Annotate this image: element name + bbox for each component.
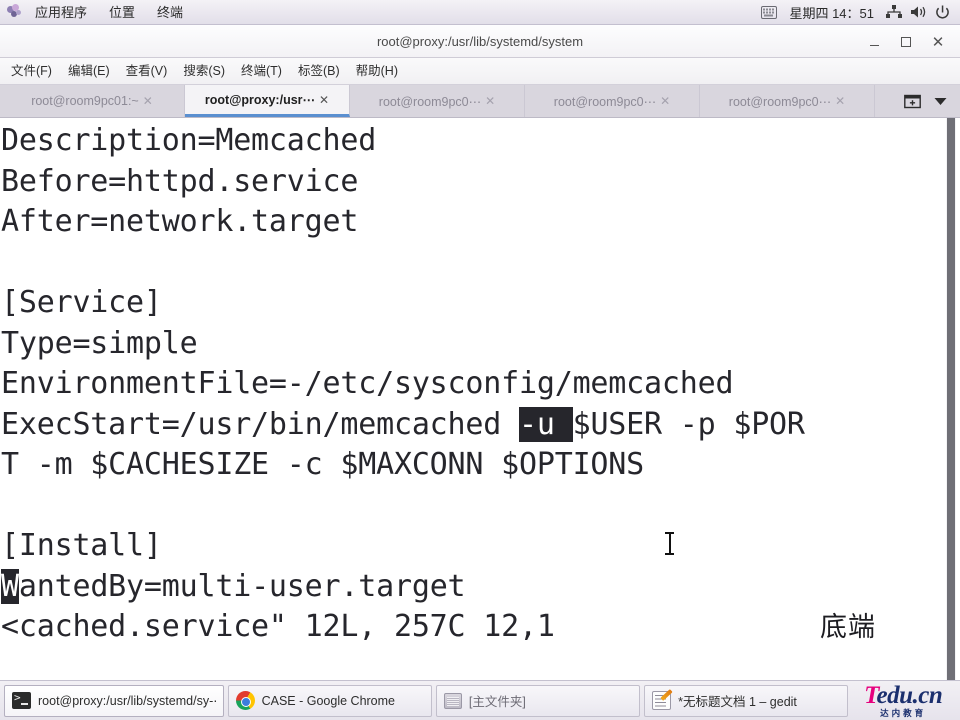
tedu-wordmark: Tedu.cn [864,683,943,709]
menu-tabs[interactable]: 标签(B) [290,58,348,85]
terminal-tabbar: root@room9pc01:~ ✕ root@proxy:/usr⋯ ✕ ro… [0,85,960,118]
menu-file[interactable]: 文件(F) [3,58,60,85]
terminal-window: root@proxy:/usr/lib/systemd/system ✕ 文件(… [0,25,960,680]
terminal-line-execstart: ExecStart=/usr/bin/memcached -u $USER -p… [0,405,960,446]
tedu-subtitle: 达内教育 [880,707,927,718]
menu-help[interactable]: 帮助(H) [348,58,406,85]
execstart-selection-highlight: -u [518,406,573,442]
vim-status-bottom-label: 底端 [820,612,876,642]
terminal-line-description: Description=Memcached [1,123,377,158]
terminal-scrollbar[interactable] [946,118,956,680]
keyboard-indicator-icon[interactable] [757,0,781,25]
panel-menu-terminal[interactable]: 终端 [146,0,194,25]
tab-close-icon[interactable]: ✕ [319,93,329,107]
tab-list-chevron-down-icon[interactable] [926,85,954,118]
window-titlebar[interactable]: root@proxy:/usr/lib/systemd/system ✕ [0,25,960,58]
gnome-foot-icon[interactable] [7,4,23,20]
terminal-line-service-header: [Service] [1,285,162,320]
terminal-line-type: Type=simple [1,325,198,361]
volume-icon[interactable] [906,0,930,25]
terminal-line-execstart-wrap: T -m $CACHESIZE -c $MAXCONN $OPTIONS [1,447,645,482]
vim-status-text: <cached.service" 12L, 257C 12,1 [1,609,555,644]
new-tab-icon[interactable] [898,85,926,118]
tab-label: root@room9pc0⋯ [728,94,832,109]
tedu-letters-rest: edu.cn [876,683,943,709]
terminal-line-wantedby: WantedBy=multi-user.target [0,567,960,608]
menu-search[interactable]: 搜索(S) [175,58,233,85]
taskbar-item-chrome[interactable]: CASE - Google Chrome [227,684,432,717]
tabbar-controls [892,85,960,117]
tedu-brand-logo: Tedu.cn 达内教育 [850,684,956,718]
text-cursor-block: W [1,568,19,604]
tab-label: root@room9pc01:~ [31,94,139,108]
menu-edit[interactable]: 编辑(E) [60,58,118,85]
panel-menu-places[interactable]: 位置 [98,0,146,25]
terminal-line-install-header: [Install] [1,528,162,563]
bottom-taskbar: root@proxy:/usr/lib/systemd/sy-⋯ CASE - … [0,680,960,720]
wantedby-rest: antedBy=multi-user.target [18,568,466,604]
terminal-line-before: Before=httpd.service [1,163,359,199]
screen-root: 应用程序 位置 终端 星期四 14：51 root@proxy:/usr/lib… [0,0,960,720]
terminal-icon [12,691,31,709]
tedu-letter-t: T [864,683,877,709]
taskbar-item-terminal[interactable]: root@proxy:/usr/lib/systemd/sy-⋯ [4,684,224,717]
window-controls: ✕ [858,25,954,58]
tab-label: root@proxy:/usr⋯ [204,93,316,107]
power-icon[interactable] [930,0,954,25]
mouse-ibeam-cursor [665,531,674,557]
tab-room9pc0-5[interactable]: root@room9pc0⋯ ✕ [700,85,875,117]
terminal-line-blank-1 [0,243,960,284]
close-button[interactable]: ✕ [922,25,954,58]
terminal-line-after: After=network.target [1,204,359,239]
taskbar-item-home-folder[interactable]: [主文件夹] [435,684,641,717]
maximize-button[interactable] [890,25,922,58]
taskbar-item-label: *无标题文档 1 – gedit [678,695,797,709]
execstart-suffix: $USER -p $POR [572,406,805,442]
menu-view[interactable]: 查看(V) [118,58,176,85]
network-icon[interactable] [882,0,906,25]
menu-terminal[interactable]: 终端(T) [233,58,290,85]
terminal-line-environmentfile: EnvironmentFile=-/etc/sysconfig/memcache… [1,366,734,401]
top-panel-right: 星期四 14：51 [757,0,960,24]
terminal-scrollbar-thumb[interactable] [947,118,955,680]
execstart-prefix: ExecStart=/usr/bin/memcached [1,406,519,442]
tab-room9pc0-3[interactable]: root@room9pc0⋯ ✕ [350,85,525,117]
tab-proxy-systemd[interactable]: root@proxy:/usr⋯ ✕ [185,85,350,117]
tab-room9pc01[interactable]: root@room9pc01:~ ✕ [0,85,185,117]
tab-close-icon[interactable]: ✕ [485,94,495,108]
window-title: root@proxy:/usr/lib/systemd/system [376,33,584,49]
tab-room9pc0-4[interactable]: root@room9pc0⋯ ✕ [525,85,700,117]
top-panel-left: 应用程序 位置 终端 [0,0,194,24]
taskbar-item-label: CASE - Google Chrome [261,693,395,708]
tab-label: root@room9pc0⋯ [378,94,482,109]
terminal-line-blank-2 [0,486,960,527]
gedit-icon [652,691,672,710]
chrome-icon [235,691,255,710]
tab-label: root@room9pc0⋯ [553,94,657,109]
folder-icon [443,692,462,709]
vim-status-line: <cached.service" 12L, 257C 12,1 底端 [0,607,960,648]
window-menubar: 文件(F) 编辑(E) 查看(V) 搜索(S) 终端(T) 标签(B) 帮助(H… [0,58,960,85]
taskbar-item-label: root@proxy:/usr/lib/systemd/sy-⋯ [38,694,216,708]
panel-clock[interactable]: 星期四 14：51 [781,3,882,22]
panel-menu-applications[interactable]: 应用程序 [24,0,98,25]
tab-close-icon[interactable]: ✕ [835,94,845,108]
terminal-content-area[interactable]: Description=Memcached Before=httpd.servi… [0,118,960,680]
minimize-button[interactable] [858,25,890,58]
taskbar-item-gedit[interactable]: *无标题文档 1 – gedit [644,684,849,717]
tab-close-icon[interactable]: ✕ [660,94,670,108]
tab-close-icon[interactable]: ✕ [143,94,153,108]
taskbar-item-label: [主文件夹] [468,695,526,709]
gnome-top-panel: 应用程序 位置 终端 星期四 14：51 [0,0,960,25]
